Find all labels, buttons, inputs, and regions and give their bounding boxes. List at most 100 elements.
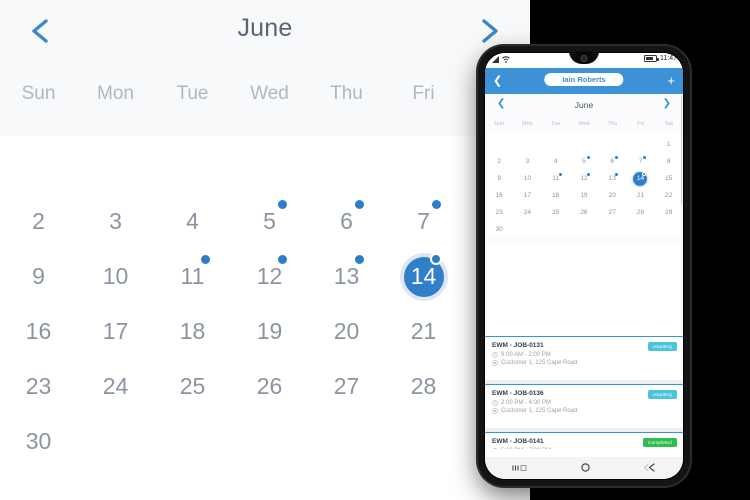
wifi-icon [502, 56, 510, 63]
calendar-day-number: 13 [333, 263, 360, 289]
calendar-day-cell[interactable]: 11 [154, 249, 231, 304]
chevron-left-icon[interactable] [26, 16, 56, 46]
user-name-chip[interactable]: Iain Roberts [544, 73, 624, 86]
mini-calendar-day-number: 26 [580, 209, 588, 216]
camera-notch [569, 53, 599, 64]
status-bar-time: 11:47 [660, 55, 677, 62]
calendar-day-number: 3 [109, 208, 122, 234]
mini-calendar-day-number: 28 [636, 209, 645, 216]
calendar-day-cell[interactable]: 5 [231, 194, 308, 249]
mini-calendar-day-cell[interactable]: 6 [598, 153, 626, 170]
calendar-day-cell[interactable]: 18 [154, 304, 231, 359]
chevron-right-icon[interactable] [474, 16, 504, 46]
calendar-week-row: 9 10 11 12 13 14 [0, 249, 530, 304]
scrollbar[interactable] [680, 95, 682, 205]
mini-calendar-day-cell[interactable]: 23 [485, 204, 513, 221]
calendar-day-cell[interactable]: 25 [154, 359, 231, 414]
calendar-day-cell[interactable]: 17 [77, 304, 154, 359]
calendar-day-cell[interactable]: 26 [231, 359, 308, 414]
mini-calendar-day-cell[interactable]: 12 [570, 170, 598, 187]
mini-calendar-day-cell[interactable]: 4 [542, 153, 570, 170]
calendar-day-cell[interactable]: 20 [308, 304, 385, 359]
job-card[interactable]: EWM - JOB-0136 2:00 PM - 4:00 PM Customer … [485, 384, 683, 428]
calendar-day-cell[interactable]: 28 [385, 359, 462, 414]
calendar-day-cell[interactable]: 7 [385, 194, 462, 249]
mini-calendar-day-cell[interactable]: 11 [542, 170, 570, 187]
day-name-tue: Tue [176, 83, 209, 104]
calendar-day-cell[interactable]: 14 [385, 249, 462, 304]
mini-calendar-day-cell[interactable]: 21 [626, 187, 654, 204]
calendar-day-cell[interactable]: 21 [385, 304, 462, 359]
home-circle-icon[interactable] [580, 459, 590, 477]
calendar-day-cell[interactable]: 4 [154, 194, 231, 249]
app-bar-back-icon[interactable]: ❮ [493, 76, 502, 87]
mini-calendar-day-cell[interactable]: 7 [626, 153, 654, 170]
mini-calendar-day-cell[interactable]: 10 [513, 170, 541, 187]
mini-calendar-day-number: 17 [523, 192, 532, 199]
mini-calendar-day-cell[interactable]: 26 [570, 204, 598, 221]
mini-calendar-day-cell[interactable]: 8 [655, 153, 683, 170]
calendar-day-number: 21 [410, 318, 437, 344]
calendar-day-cell[interactable]: 9 [0, 249, 77, 304]
mini-calendar-day-cell[interactable]: 15 [655, 170, 683, 187]
mini-calendar-day-cell[interactable]: 25 [542, 204, 570, 221]
calendar-day-cell[interactable]: 16 [0, 304, 77, 359]
mini-calendar-day-cell[interactable]: 17 [513, 187, 541, 204]
mini-calendar-day-cell[interactable]: 29 [655, 204, 683, 221]
calendar-day-cell[interactable]: 13 [308, 249, 385, 304]
calendar-day-number: 9 [32, 263, 45, 289]
calendar-day-cell[interactable]: 27 [308, 359, 385, 414]
job-card[interactable]: EWM - JOB-01415:00 PM - 7:00 PMCustomer … [485, 432, 683, 449]
calendar-day-cell[interactable]: 23 [0, 359, 77, 414]
day-name-mon: Mon [97, 83, 134, 104]
mini-calendar-day-cell[interactable]: 19 [570, 187, 598, 204]
mini-calendar-day-cell[interactable]: 27 [598, 204, 626, 221]
mini-calendar-day-cell[interactable]: 1 [655, 136, 683, 153]
mini-calendar-week-row: 9 10 11 12 13 14 15 [485, 170, 683, 187]
calendar-day-number: 26 [256, 373, 283, 399]
mini-calendar-day-cell[interactable]: 18 [542, 187, 570, 204]
mini-day-name-mon: Mon [522, 121, 533, 127]
mini-calendar-day-number: 18 [552, 192, 560, 199]
mini-calendar-day-number: 12 [580, 175, 588, 182]
mini-calendar-day-number: 2 [497, 158, 501, 165]
mini-calendar-day-number: 14 [636, 175, 645, 182]
mini-calendar-day-cell[interactable]: 22 [655, 187, 683, 204]
calendar-day-number: 6 [340, 208, 353, 234]
mini-event-dot-indicator [586, 156, 590, 159]
calendar-day-number: 7 [417, 208, 430, 234]
mini-chevron-right-icon[interactable]: ❯ [663, 99, 671, 109]
calendar-day-cell[interactable]: 30 [0, 414, 77, 469]
mini-day-name-wed: Wed [578, 121, 590, 127]
calendar-day-number: 12 [256, 263, 283, 289]
mini-calendar-day-cell[interactable]: 16 [485, 187, 513, 204]
mini-calendar-day-number: 21 [636, 192, 645, 199]
plus-icon[interactable]: + [667, 74, 675, 87]
calendar-day-cell[interactable]: 10 [77, 249, 154, 304]
job-time: 8:00 AM - 2:00 PM [501, 352, 551, 358]
calendar-day-cell[interactable]: 3 [77, 194, 154, 249]
mini-calendar-day-cell[interactable]: 28 [626, 204, 654, 221]
calendar-day-cell[interactable]: 2 [0, 194, 77, 249]
job-card[interactable]: EWM - JOB-0131 8:00 AM - 2:00 PM Customer … [485, 336, 683, 380]
calendar-day-cell[interactable]: 12 [231, 249, 308, 304]
mini-day-name-fri: Fri [637, 121, 644, 127]
desktop-calendar-header: June [0, 0, 530, 68]
mini-calendar-day-cell[interactable]: 2 [485, 153, 513, 170]
calendar-day-cell[interactable]: 6 [308, 194, 385, 249]
mini-calendar-day-cell[interactable]: 14 [626, 170, 654, 187]
mini-calendar-day-cell[interactable]: 24 [513, 204, 541, 221]
job-location: Customer 1, 125 Cape Road [501, 408, 578, 414]
mini-calendar-day-cell[interactable]: 20 [598, 187, 626, 204]
mini-calendar-day-cell[interactable]: 5 [570, 153, 598, 170]
clock-icon [492, 400, 498, 406]
recents-icon[interactable] [511, 459, 528, 477]
mini-calendar-day-cell[interactable]: 3 [513, 153, 541, 170]
back-triangle-icon[interactable] [643, 459, 657, 477]
mini-calendar-day-names: Sun Mon Tue Wed Thu Fri Sat [485, 117, 683, 134]
calendar-day-cell[interactable]: 19 [231, 304, 308, 359]
mini-calendar-day-cell[interactable]: 9 [485, 170, 513, 187]
mini-calendar-day-cell[interactable]: 13 [598, 170, 626, 187]
mini-calendar-day-cell[interactable]: 30 [485, 221, 513, 238]
calendar-day-cell[interactable]: 24 [77, 359, 154, 414]
